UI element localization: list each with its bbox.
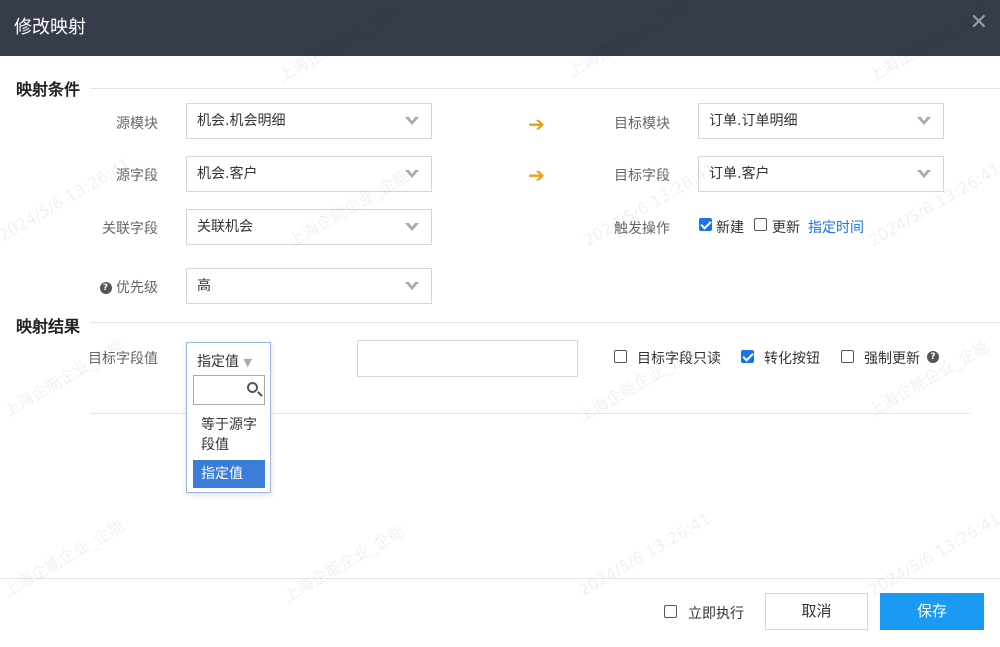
target-module-label: 目标模块 bbox=[614, 116, 670, 132]
readonly-checkbox-label: 目标字段只读 bbox=[637, 351, 721, 367]
dialog-title: 修改映射 bbox=[14, 17, 86, 38]
force-update-checkbox[interactable] bbox=[841, 350, 854, 363]
source-module-select[interactable]: 机会.机会明细 bbox=[186, 103, 432, 139]
priority-value: 高 bbox=[197, 278, 211, 294]
chevron-down-icon bbox=[917, 170, 931, 178]
condition-divider bbox=[90, 88, 1000, 89]
update-checkbox-label: 更新 bbox=[772, 220, 800, 236]
source-module-label: 源模块 bbox=[116, 116, 158, 132]
chevron-down-icon bbox=[405, 117, 419, 125]
convert-button-checkbox[interactable] bbox=[741, 350, 754, 363]
priority-select[interactable]: 高 bbox=[186, 268, 432, 304]
watermark: 上海企能企业_企能 bbox=[865, 336, 993, 421]
execute-now-checkbox[interactable] bbox=[664, 605, 677, 618]
readonly-checkbox[interactable] bbox=[614, 350, 627, 363]
target-value-input[interactable] bbox=[357, 340, 578, 377]
relation-field-label: 关联字段 bbox=[102, 221, 158, 237]
force-update-checkbox-label: 强制更新 bbox=[864, 351, 920, 367]
chevron-down-icon: ▼ bbox=[243, 356, 252, 369]
target-module-select[interactable]: 订单.订单明细 bbox=[698, 103, 944, 139]
priority-label: 优先级 bbox=[116, 280, 158, 296]
result-section-title: 映射结果 bbox=[16, 317, 81, 336]
watermark: 2024/5/6 13:26:41 bbox=[575, 509, 714, 600]
target-field-select[interactable]: 订单.客户 bbox=[698, 156, 944, 192]
target-value-select[interactable]: 指定值 ▼ bbox=[197, 351, 252, 371]
help-icon[interactable]: ? bbox=[99, 282, 112, 294]
trigger-label: 触发操作 bbox=[614, 221, 670, 237]
search-icon bbox=[247, 382, 258, 393]
footer-divider bbox=[0, 578, 1000, 579]
create-checkbox-label: 新建 bbox=[716, 220, 744, 236]
update-checkbox[interactable] bbox=[754, 218, 767, 231]
dropdown-option[interactable]: 等于源字段值 bbox=[193, 415, 265, 455]
cancel-button[interactable]: 取消 bbox=[765, 593, 868, 630]
relation-field-value: 关联机会 bbox=[197, 219, 253, 235]
chevron-down-icon bbox=[917, 117, 931, 125]
source-field-value: 机会.客户 bbox=[197, 166, 258, 182]
condition-section-title: 映射条件 bbox=[16, 80, 81, 99]
watermark: 2024/5/6 13:26:41 bbox=[865, 509, 1000, 600]
source-module-value: 机会.机会明细 bbox=[197, 113, 286, 129]
target-module-value: 订单.订单明细 bbox=[709, 113, 798, 129]
target-field-label: 目标字段 bbox=[614, 168, 670, 184]
source-field-select[interactable]: 机会.客户 bbox=[186, 156, 432, 192]
convert-button-checkbox-label: 转化按钮 bbox=[764, 351, 820, 367]
execute-now-label: 立即执行 bbox=[688, 606, 744, 622]
dropdown-option-selected[interactable]: 指定值 bbox=[193, 460, 265, 488]
target-field-value: 订单.客户 bbox=[709, 166, 770, 182]
source-field-label: 源字段 bbox=[116, 168, 158, 184]
target-value-label: 目标字段值 bbox=[88, 351, 158, 367]
close-icon[interactable]: ✕ bbox=[970, 12, 988, 34]
target-value-selected: 指定值 bbox=[197, 354, 239, 370]
chevron-down-icon bbox=[405, 223, 419, 231]
relation-field-select[interactable]: 关联机会 bbox=[186, 209, 432, 245]
dialog-header: 修改映射 ✕ bbox=[0, 0, 1000, 56]
watermark: 上海企能企业_企能 bbox=[0, 516, 128, 601]
create-checkbox[interactable] bbox=[699, 218, 712, 231]
chevron-down-icon bbox=[405, 170, 419, 178]
arrow-right-icon: ➔ bbox=[528, 163, 545, 187]
result-divider bbox=[90, 322, 1000, 323]
dropdown-search-input[interactable] bbox=[193, 375, 265, 405]
watermark: 上海企能企业_企能 bbox=[280, 521, 408, 606]
priority-label-wrap: ? 优先级 bbox=[60, 277, 158, 297]
watermark: 上海企能企业_企能 bbox=[0, 336, 128, 421]
schedule-time-link[interactable]: 指定时间 bbox=[808, 217, 864, 237]
arrow-right-icon: ➔ bbox=[528, 112, 545, 136]
target-value-dropdown[interactable]: 指定值 ▼ 等于源字段值 指定值 bbox=[186, 342, 271, 493]
edit-mapping-dialog: 修改映射 ✕ 映射条件 源模块 机会.机会明细 ➔ 目标模块 订单.订单明细 源… bbox=[0, 0, 1000, 647]
chevron-down-icon bbox=[405, 282, 419, 290]
save-button[interactable]: 保存 bbox=[880, 593, 984, 630]
help-icon[interactable]: ? bbox=[927, 351, 939, 363]
